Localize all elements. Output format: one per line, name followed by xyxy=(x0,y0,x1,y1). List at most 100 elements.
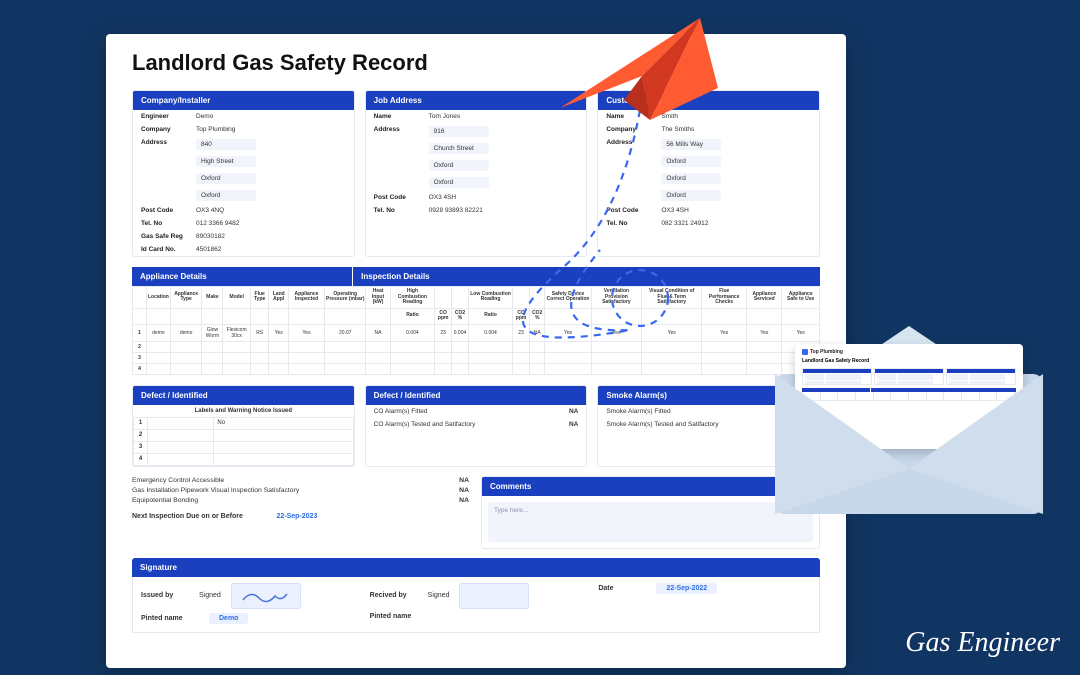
table-cell xyxy=(468,363,512,374)
check-value: NA xyxy=(459,497,469,504)
table-cell xyxy=(452,352,469,363)
next-inspection-date: 22-Sep-2023 xyxy=(276,513,317,520)
appliance-inspection-header: Appliance Details Inspection Details xyxy=(132,267,820,286)
table-cell xyxy=(223,341,250,352)
table-cell xyxy=(390,352,435,363)
table-cell: 0.004 xyxy=(468,324,512,341)
defect-table: 1No 2 3 4 xyxy=(133,417,354,466)
table-cell xyxy=(325,352,366,363)
field-label: Address xyxy=(374,126,429,137)
column-subheader: CO2 % xyxy=(529,308,544,324)
table-cell xyxy=(325,363,366,374)
table-cell xyxy=(288,341,324,352)
table-cell: Yes xyxy=(591,324,641,341)
column-header xyxy=(435,287,452,309)
brand-logo: Gas Engineer xyxy=(905,627,1060,659)
table-cell: NA xyxy=(529,324,544,341)
table-cell: Flexicom 30cx xyxy=(223,324,250,341)
table-cell xyxy=(642,341,702,352)
checks-comments-row: Emergency Control AccessibleNA Gas Insta… xyxy=(132,476,820,549)
column-subheader xyxy=(223,308,250,324)
column-header: Appliance Type xyxy=(170,287,202,309)
table-cell xyxy=(366,363,390,374)
field-value: 012 3366 9482 xyxy=(196,220,346,227)
table-cell xyxy=(288,352,324,363)
table-cell xyxy=(435,363,452,374)
field-value: Demo xyxy=(196,113,346,120)
table-cell xyxy=(147,341,171,352)
signature-box[interactable] xyxy=(231,583,301,609)
field-label: Post Code xyxy=(374,194,429,201)
table-row: 1demodemoGlow WormFlexicom 30cxRSYesYes2… xyxy=(133,324,820,341)
signature-header: Signature xyxy=(132,558,820,577)
table-cell xyxy=(435,341,452,352)
field-label: Id Card No. xyxy=(141,246,196,253)
address-line: Oxford xyxy=(429,160,489,171)
address-line: 840 xyxy=(196,139,256,150)
job-address-card: Job Address NameTom Jones Address916 Chu… xyxy=(365,90,588,257)
table-cell xyxy=(529,363,544,374)
field-value: OX3 4SH xyxy=(429,194,579,201)
table-cell xyxy=(529,352,544,363)
table-cell: 4 xyxy=(133,363,147,374)
next-inspection-label: Next Inspection Due on or Before xyxy=(132,513,243,520)
field-label: Company xyxy=(141,126,196,133)
field-value: 89030182 xyxy=(196,233,346,240)
printed-name-value: Demo xyxy=(209,613,248,624)
address-line: Church Street xyxy=(429,143,489,154)
column-subheader xyxy=(202,308,223,324)
table-cell: Yes xyxy=(288,324,324,341)
block-header: Defect / Identified xyxy=(133,386,354,405)
column-subheader: CO ppm xyxy=(513,308,530,324)
signature-body: Issued by Signed Pinted name Demo Recive… xyxy=(132,577,820,633)
table-cell xyxy=(170,341,202,352)
table-cell xyxy=(269,352,289,363)
signature-box[interactable] xyxy=(459,583,529,609)
table-cell: 0.004 xyxy=(452,324,469,341)
table-cell: Glow Worm xyxy=(202,324,223,341)
envelope-graphic: Top Plumbing Landlord Gas Safety Record xyxy=(775,314,1043,514)
column-header: Land Appl xyxy=(269,287,289,309)
column-subheader: CO2 % xyxy=(452,308,469,324)
check-label: CO Alarm(s) Tested and Satifactory xyxy=(374,421,476,428)
column-header: Heat Input (kW) xyxy=(366,287,390,309)
column-header xyxy=(133,287,147,309)
table-row: 2 xyxy=(133,341,820,352)
issued-by-col: Issued by Signed Pinted name Demo xyxy=(141,583,354,628)
column-subheader xyxy=(591,308,641,324)
table-cell xyxy=(202,352,223,363)
warning-label: Labels and Warning Notice Issued xyxy=(133,405,354,417)
check-value: NA xyxy=(569,408,578,415)
table-cell xyxy=(223,352,250,363)
column-subheader xyxy=(250,308,269,324)
table-cell xyxy=(702,352,747,363)
column-subheader xyxy=(269,308,289,324)
table-cell xyxy=(591,363,641,374)
column-subheader xyxy=(288,308,324,324)
field-value: OX3 4NQ xyxy=(196,207,346,214)
table-cell: 23 xyxy=(435,324,452,341)
table-cell xyxy=(513,363,530,374)
table-cell xyxy=(642,352,702,363)
table-cell: 23 xyxy=(513,324,530,341)
issued-by-label: Issued by xyxy=(141,592,189,599)
table-cell xyxy=(250,352,269,363)
column-subheader xyxy=(366,308,390,324)
table-cell xyxy=(202,363,223,374)
table-cell xyxy=(545,341,591,352)
card-header: Job Address xyxy=(366,91,587,110)
mini-title: Landlord Gas Safety Record xyxy=(802,358,1016,364)
signed-label: Signed xyxy=(428,592,450,599)
table-cell xyxy=(269,341,289,352)
check-label: Equipotential Bonding xyxy=(132,497,198,504)
table-cell xyxy=(529,341,544,352)
field-label: Post Code xyxy=(141,207,196,214)
comments-textarea[interactable]: Type here... xyxy=(488,502,813,542)
table-cell xyxy=(702,363,747,374)
field-value: 082 3321 24912 xyxy=(661,220,811,227)
column-header xyxy=(452,287,469,309)
table-cell: NA xyxy=(366,324,390,341)
column-header: Appliance Inspected xyxy=(288,287,324,309)
date-col: Date 22-Sep-2022 xyxy=(598,583,811,628)
table-cell xyxy=(366,341,390,352)
